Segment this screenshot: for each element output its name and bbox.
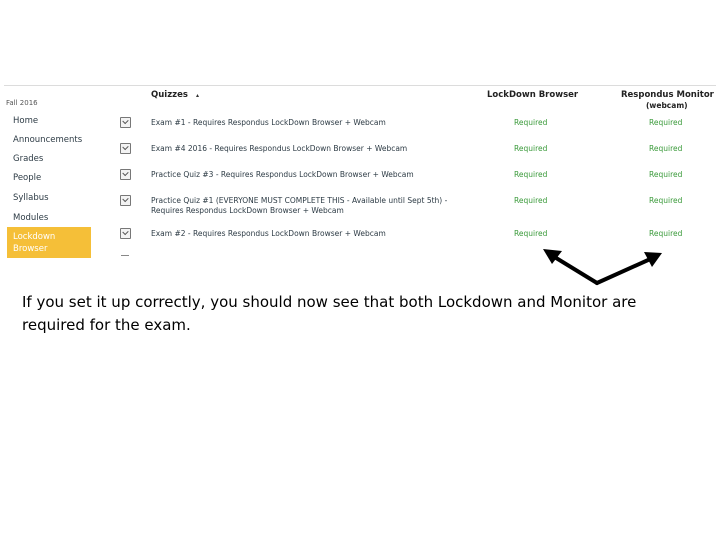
double-arrow-icon <box>546 251 659 285</box>
callout-arrows <box>543 249 662 285</box>
instruction-caption: If you set it up correctly, you should n… <box>22 293 637 334</box>
